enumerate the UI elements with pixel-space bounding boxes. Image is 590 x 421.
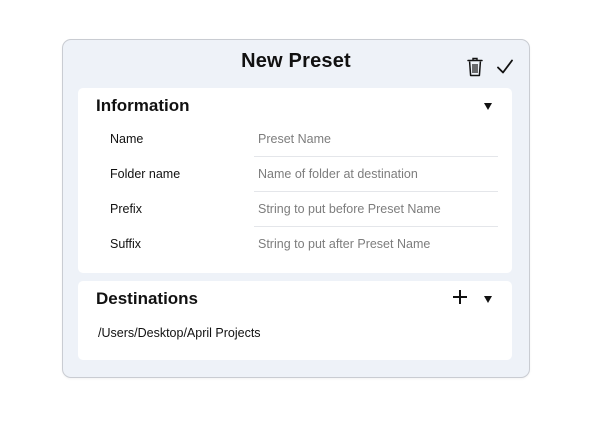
information-section: Information Name Folder name Prefix Suff… bbox=[78, 88, 512, 273]
checkmark-icon bbox=[497, 59, 513, 74]
suffix-label: Suffix bbox=[110, 237, 142, 251]
information-heading: Information bbox=[96, 96, 190, 115]
destinations-heading: Destinations bbox=[96, 289, 199, 308]
destinations-section: Destinations /Users/Desktop/April Projec… bbox=[78, 281, 512, 360]
prefix-row: Prefix bbox=[78, 192, 512, 227]
folder-name-label: Folder name bbox=[110, 167, 181, 181]
prefix-input[interactable] bbox=[254, 197, 496, 221]
dialog-title: New Preset bbox=[241, 50, 351, 72]
add-destination-plus-icon[interactable] bbox=[453, 290, 467, 304]
delete-preset-button[interactable] bbox=[466, 56, 484, 78]
destination-path-item[interactable]: /Users/Desktop/April Projects bbox=[98, 326, 261, 340]
information-collapse-triangle-icon[interactable] bbox=[484, 103, 492, 110]
save-preset-button[interactable] bbox=[494, 57, 516, 77]
suffix-input[interactable] bbox=[254, 232, 496, 256]
folder-name-row: Folder name bbox=[78, 157, 512, 192]
name-label: Name bbox=[110, 132, 144, 146]
trash-icon bbox=[467, 57, 483, 77]
name-row: Name bbox=[78, 122, 512, 157]
destinations-collapse-triangle-icon[interactable] bbox=[484, 296, 492, 303]
folder-name-input[interactable] bbox=[254, 162, 496, 186]
name-input[interactable] bbox=[254, 127, 496, 151]
prefix-label: Prefix bbox=[110, 202, 142, 216]
suffix-row: Suffix bbox=[78, 227, 512, 262]
new-preset-dialog: New Preset Information Name Folder name … bbox=[62, 39, 530, 378]
